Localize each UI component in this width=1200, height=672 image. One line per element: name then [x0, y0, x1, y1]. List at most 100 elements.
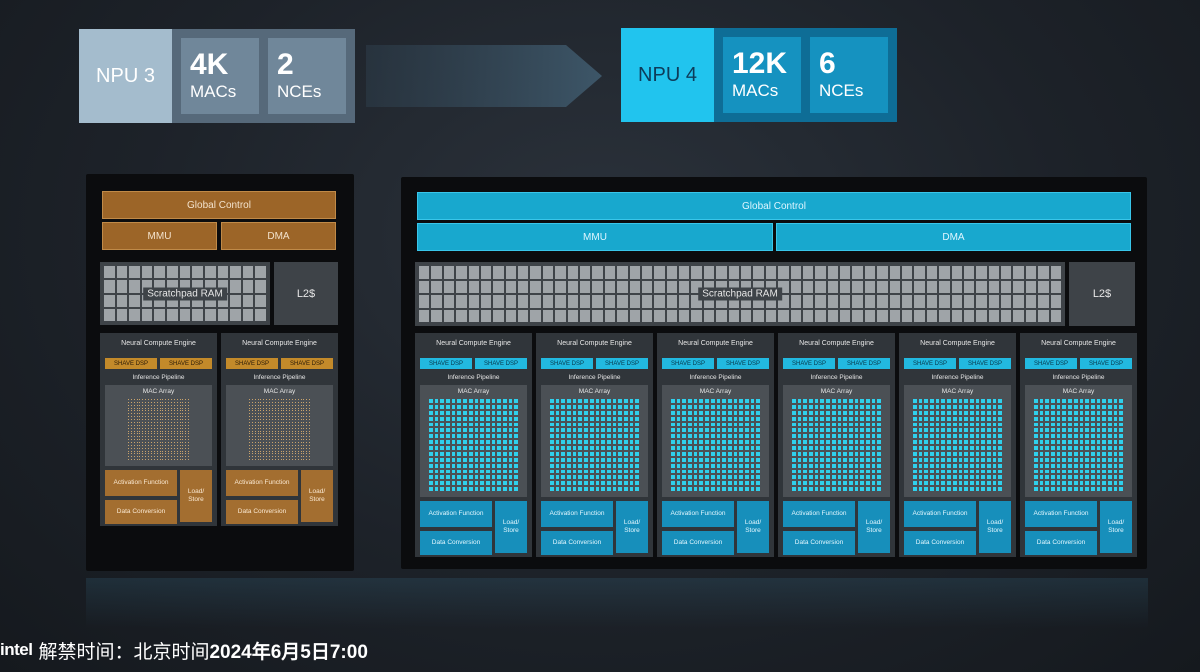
npu3-macs-stat: 4K MACs — [181, 38, 259, 114]
activation-function: Activation Function — [1025, 501, 1097, 527]
load-store: Load/ Store — [737, 501, 769, 553]
embargo-caption: intel 解禁时间：北京时间2024年6月5日7:00 — [0, 636, 368, 664]
npu4-scratchpad-ram: Scratchpad RAM — [415, 262, 1065, 326]
data-conversion: Data Conversion — [904, 531, 976, 555]
nce-title: Neural Compute Engine — [242, 340, 317, 347]
shave-dsp-2: SHAVE DSP — [1080, 358, 1132, 369]
mac-array-label: MAC Array — [457, 388, 490, 395]
shave-dsp-1: SHAVE DSP — [420, 358, 472, 369]
mac-array: MAC Array — [1025, 385, 1132, 497]
npu4-nces-stat: 6 NCEs — [810, 37, 888, 113]
inference-pipeline-label: Inference Pipeline — [253, 374, 306, 381]
shave-dsp-1: SHAVE DSP — [662, 358, 714, 369]
npu4-neural-compute-engine-5: Neural Compute Engine SHAVE DSP SHAVE DS… — [899, 333, 1016, 557]
npu3-neural-compute-engine-2: Neural Compute Engine SHAVE DSP SHAVE DS… — [221, 333, 338, 526]
shave-dsp-1: SHAVE DSP — [1025, 358, 1077, 369]
shave-dsp-2: SHAVE DSP — [717, 358, 769, 369]
activation-function: Activation Function — [105, 470, 177, 496]
inference-pipeline-label: Inference Pipeline — [1052, 374, 1105, 381]
npu3-dma: DMA — [221, 222, 336, 250]
shave-dsp-1: SHAVE DSP — [904, 358, 956, 369]
mac-array: MAC Array — [105, 385, 212, 466]
npu4-macs-value: 12K — [732, 47, 788, 80]
data-conversion: Data Conversion — [420, 531, 492, 555]
intel-logo: intel — [0, 640, 33, 659]
data-conversion: Data Conversion — [541, 531, 613, 555]
npu3-scratchpad-ram: Scratchpad RAM — [100, 262, 270, 325]
npu3-l2-cache: L2$ — [274, 262, 338, 325]
shave-dsp-1: SHAVE DSP — [783, 358, 835, 369]
npu4-label: NPU 4 — [621, 28, 714, 122]
npu4-global-control: Global Control — [417, 192, 1131, 220]
npu4-scratchpad-label: Scratchpad RAM — [698, 287, 782, 301]
npu4-neural-compute-engine-1: Neural Compute Engine SHAVE DSP SHAVE DS… — [415, 333, 532, 557]
activation-function: Activation Function — [226, 470, 298, 496]
npu4-macs-stat: 12K MACs — [723, 37, 801, 113]
mac-array: MAC Array — [420, 385, 527, 497]
mac-array: MAC Array — [541, 385, 648, 497]
shave-dsp-1: SHAVE DSP — [226, 358, 278, 369]
inference-pipeline-label: Inference Pipeline — [810, 374, 863, 381]
inference-pipeline-label: Inference Pipeline — [447, 374, 500, 381]
shave-dsp-1: SHAVE DSP — [541, 358, 593, 369]
npu3-label: NPU 3 — [79, 29, 172, 123]
load-store: Load/ Store — [616, 501, 648, 553]
npu4-macs-label: MACs — [732, 81, 779, 100]
npu4-dma: DMA — [776, 223, 1131, 251]
load-store: Load/ Store — [180, 470, 212, 522]
npu3-macs-label: MACs — [190, 82, 237, 101]
mac-array-label: MAC Array — [263, 388, 296, 395]
load-store: Load/ Store — [495, 501, 527, 553]
inference-pipeline-label: Inference Pipeline — [689, 374, 742, 381]
shave-dsp-2: SHAVE DSP — [959, 358, 1011, 369]
npu3-scratchpad-label: Scratchpad RAM — [143, 287, 227, 300]
inference-pipeline-label: Inference Pipeline — [931, 374, 984, 381]
mac-array: MAC Array — [226, 385, 333, 466]
activation-function: Activation Function — [783, 501, 855, 527]
npu4-summary: NPU 4 12K MACs 6 NCEs — [621, 28, 897, 122]
activation-function: Activation Function — [420, 501, 492, 527]
mac-array-label: MAC Array — [578, 388, 611, 395]
nce-title: Neural Compute Engine — [1041, 340, 1116, 347]
embargo-text: 解禁时间：北京时间2024年6月5日7:00 — [38, 637, 367, 664]
npu3-global-control: Global Control — [102, 191, 336, 219]
shave-dsp-2: SHAVE DSP — [838, 358, 890, 369]
embargo-prefix: 解禁时间：北京时间 — [38, 641, 210, 663]
progression-arrow-icon — [366, 45, 602, 107]
npu3-mmu: MMU — [102, 222, 217, 250]
data-conversion: Data Conversion — [662, 531, 734, 555]
nce-title: Neural Compute Engine — [799, 340, 874, 347]
activation-function: Activation Function — [662, 501, 734, 527]
inference-pipeline-label: Inference Pipeline — [568, 374, 621, 381]
load-store: Load/ Store — [858, 501, 890, 553]
data-conversion: Data Conversion — [1025, 531, 1097, 555]
activation-function: Activation Function — [541, 501, 613, 527]
mac-array: MAC Array — [904, 385, 1011, 497]
npu3-macs-value: 4K — [190, 48, 229, 81]
load-store: Load/ Store — [301, 470, 333, 522]
npu4-nces-value: 6 — [819, 47, 836, 80]
shave-dsp-2: SHAVE DSP — [160, 358, 212, 369]
npu3-nces-stat: 2 NCEs — [268, 38, 346, 114]
npu3-summary: NPU 3 4K MACs 2 NCEs — [79, 29, 355, 123]
shave-dsp-2: SHAVE DSP — [596, 358, 648, 369]
data-conversion: Data Conversion — [105, 500, 177, 524]
nce-title: Neural Compute Engine — [436, 340, 511, 347]
npu3-nces-value: 2 — [277, 48, 294, 81]
mac-array-label: MAC Array — [820, 388, 853, 395]
mac-array-label: MAC Array — [1062, 388, 1095, 395]
npu4-mmu: MMU — [417, 223, 773, 251]
npu3-neural-compute-engine-1: Neural Compute Engine SHAVE DSP SHAVE DS… — [100, 333, 217, 526]
nce-title: Neural Compute Engine — [678, 340, 753, 347]
data-conversion: Data Conversion — [226, 500, 298, 524]
shave-dsp-2: SHAVE DSP — [475, 358, 527, 369]
nce-title: Neural Compute Engine — [121, 340, 196, 347]
activation-function: Activation Function — [904, 501, 976, 527]
mac-array-label: MAC Array — [699, 388, 732, 395]
load-store: Load/ Store — [1100, 501, 1132, 553]
mac-array-label: MAC Array — [142, 388, 175, 395]
mac-array-label: MAC Array — [941, 388, 974, 395]
shave-dsp-1: SHAVE DSP — [105, 358, 157, 369]
npu4-neural-compute-engine-3: Neural Compute Engine SHAVE DSP SHAVE DS… — [657, 333, 774, 557]
npu3-block-diagram: Global Control MMU DMA Scratchpad RAM L2… — [86, 174, 354, 571]
